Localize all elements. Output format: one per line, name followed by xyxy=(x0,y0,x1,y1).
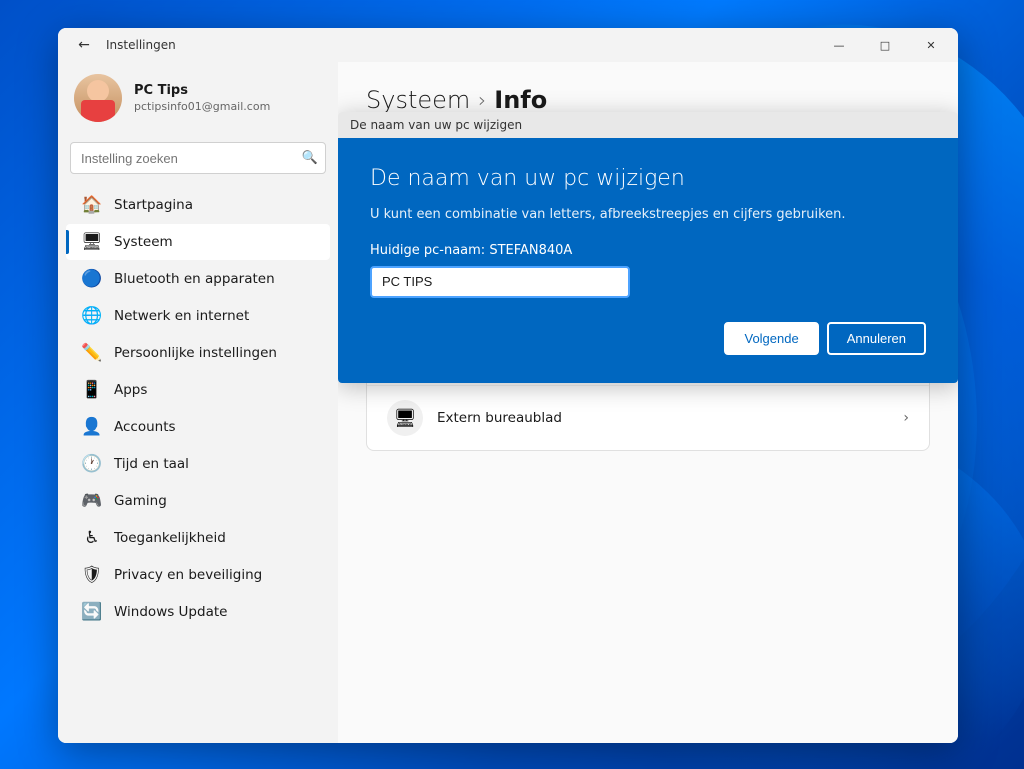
search-box: 🔍 xyxy=(70,142,326,174)
home-icon: 🏠 xyxy=(82,195,102,215)
restore-button[interactable]: □ xyxy=(862,29,908,61)
gaming-icon: 🎮 xyxy=(82,491,102,511)
sidebar-item-label: Systeem xyxy=(114,234,173,250)
sidebar: PC Tips pctipsinfo01@gmail.com 🔍 🏠 Start… xyxy=(58,62,338,743)
personalize-icon: ✏️ xyxy=(82,343,102,363)
sidebar-item-tijd[interactable]: 🕐 Tijd en taal xyxy=(66,446,330,482)
system-icon: 🖥 xyxy=(82,232,102,252)
sidebar-item-label: Bluetooth en apparaten xyxy=(114,271,275,287)
window-title: Instellingen xyxy=(106,38,816,52)
apps-icon: 📱 xyxy=(82,380,102,400)
modal-content: De naam van uw pc wijzigen U kunt een co… xyxy=(338,138,958,383)
window-controls: — □ ✕ xyxy=(816,29,954,61)
close-button[interactable]: ✕ xyxy=(908,29,954,61)
sidebar-item-netwerk[interactable]: 🌐 Netwerk en internet xyxy=(66,298,330,334)
minimize-button[interactable]: — xyxy=(816,29,862,61)
rename-modal: De naam van uw pc wijzigen De naam van u… xyxy=(338,112,958,383)
sidebar-item-update[interactable]: 🔄 Windows Update xyxy=(66,594,330,630)
accounts-icon: 👤 xyxy=(82,417,102,437)
update-icon: 🔄 xyxy=(82,602,102,622)
sidebar-item-label: Windows Update xyxy=(114,604,227,620)
sidebar-item-label: Apps xyxy=(114,382,147,398)
time-icon: 🕐 xyxy=(82,454,102,474)
modal-description: U kunt een combinatie van letters, afbre… xyxy=(370,205,926,225)
sidebar-item-accounts[interactable]: 👤 Accounts xyxy=(66,409,330,445)
sidebar-item-apps[interactable]: 📱 Apps xyxy=(66,372,330,408)
pc-name-input[interactable] xyxy=(370,266,630,298)
content-area: Systeem › Info STEFAN840A Parallels ARM … xyxy=(338,62,958,743)
sidebar-item-label: Gaming xyxy=(114,493,167,509)
settings-window: ← Instellingen — □ ✕ PC Tips pctipsin xyxy=(58,28,958,743)
user-email: pctipsinfo01@gmail.com xyxy=(134,100,322,113)
sidebar-item-label: Privacy en beveiliging xyxy=(114,567,262,583)
sidebar-item-startpagina[interactable]: 🏠 Startpagina xyxy=(66,187,330,223)
modal-buttons: Volgende Annuleren xyxy=(370,322,926,355)
search-input[interactable] xyxy=(70,142,326,174)
privacy-icon: 🛡 xyxy=(82,565,102,585)
user-name: PC Tips xyxy=(134,83,322,98)
sidebar-item-persoonlijk[interactable]: ✏️ Persoonlijke instellingen xyxy=(66,335,330,371)
sidebar-item-label: Toegankelijkheid xyxy=(114,530,226,546)
next-button[interactable]: Volgende xyxy=(724,322,818,355)
sidebar-item-toegankelijkheid[interactable]: ♿ Toegankelijkheid xyxy=(66,520,330,556)
sidebar-nav: 🏠 Startpagina 🖥 Systeem 🔵 Bluetooth en a… xyxy=(58,186,338,631)
bluetooth-icon: 🔵 xyxy=(82,269,102,289)
titlebar: ← Instellingen — □ ✕ xyxy=(58,28,958,62)
back-button[interactable]: ← xyxy=(70,31,98,59)
window-body: PC Tips pctipsinfo01@gmail.com 🔍 🏠 Start… xyxy=(58,62,958,743)
modal-current-label: Huidige pc-naam: STEFAN840A xyxy=(370,243,926,258)
modal-titlebar-text: De naam van uw pc wijzigen xyxy=(350,118,522,132)
sidebar-item-label: Accounts xyxy=(114,419,176,435)
sidebar-item-systeem[interactable]: 🖥 Systeem xyxy=(66,224,330,260)
user-profile: PC Tips pctipsinfo01@gmail.com xyxy=(58,62,338,138)
sidebar-item-gaming[interactable]: 🎮 Gaming xyxy=(66,483,330,519)
sidebar-item-bluetooth[interactable]: 🔵 Bluetooth en apparaten xyxy=(66,261,330,297)
sidebar-item-label: Startpagina xyxy=(114,197,193,213)
avatar xyxy=(74,74,122,122)
modal-overlay: De naam van uw pc wijzigen De naam van u… xyxy=(338,62,958,743)
sidebar-item-label: Persoonlijke instellingen xyxy=(114,345,277,361)
modal-titlebar: De naam van uw pc wijzigen xyxy=(338,112,958,138)
sidebar-item-privacy[interactable]: 🛡 Privacy en beveiliging xyxy=(66,557,330,593)
sidebar-item-label: Tijd en taal xyxy=(114,456,189,472)
user-info: PC Tips pctipsinfo01@gmail.com xyxy=(134,83,322,113)
cancel-button[interactable]: Annuleren xyxy=(827,322,926,355)
search-icon: 🔍 xyxy=(302,151,318,166)
accessibility-icon: ♿ xyxy=(82,528,102,548)
network-icon: 🌐 xyxy=(82,306,102,326)
sidebar-item-label: Netwerk en internet xyxy=(114,308,249,324)
modal-heading: De naam van uw pc wijzigen xyxy=(370,166,926,191)
